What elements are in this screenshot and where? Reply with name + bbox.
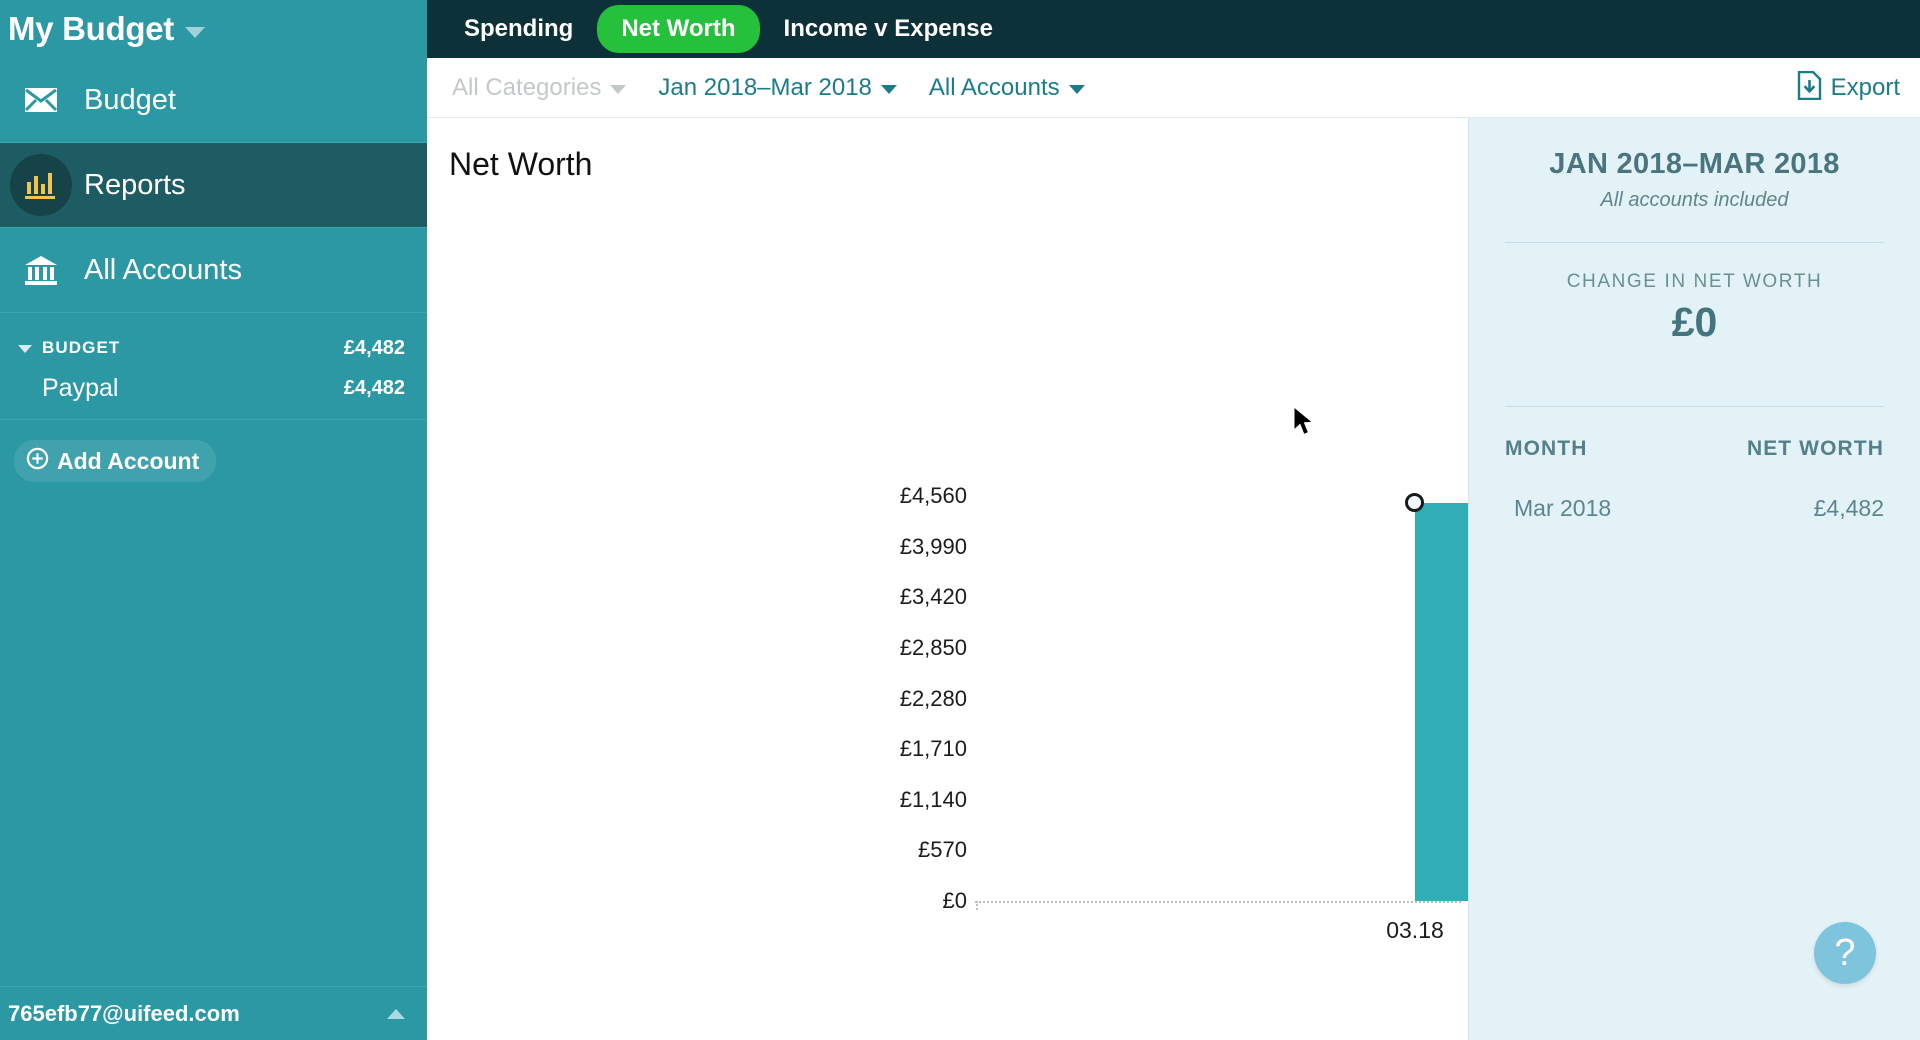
- sidebar-item-all-accounts[interactable]: All Accounts: [0, 228, 427, 312]
- y-axis-tick-label: £2,850: [899, 634, 967, 660]
- cell-net-worth: £4,482: [1813, 495, 1884, 521]
- filter-date-range-label: Jan 2018–Mar 2018: [658, 73, 872, 101]
- y-axis-tick-label: £1,710: [899, 736, 967, 762]
- chevron-down-icon: [1068, 85, 1085, 94]
- account-group-budget[interactable]: BUDGET £4,482: [0, 329, 427, 367]
- content-row: Net Worth £4,560 £3,990 £3,420 £2,850 £2,280…: [427, 118, 1920, 1040]
- column-header-month: MONTH: [1505, 437, 1588, 460]
- question-mark-icon: ?: [1834, 932, 1856, 974]
- chevron-up-icon[interactable]: [387, 1008, 405, 1019]
- bar-value-marker[interactable]: [1405, 492, 1424, 512]
- tab-spending[interactable]: Spending: [440, 5, 597, 53]
- summary-panel: JAN 2018–MAR 2018 All accounts included …: [1468, 118, 1920, 1040]
- brand-title: My Budget: [8, 10, 174, 47]
- chevron-down-icon: [880, 85, 897, 94]
- x-axis-tick-label: 03.18: [1386, 917, 1444, 943]
- y-axis-labels: £4,560 £3,990 £3,420 £2,850 £2,280 £1,710 £1,1…: [807, 118, 967, 1040]
- chevron-down-icon: [18, 345, 32, 353]
- user-email: 765efb77@uifeed.com: [8, 1000, 240, 1026]
- account-item-label: Paypal: [42, 373, 119, 402]
- divider: [1505, 406, 1884, 407]
- filter-categories-label: All Categories: [452, 73, 602, 101]
- tab-net-worth[interactable]: Net Worth: [597, 5, 760, 53]
- filter-date-range[interactable]: Jan 2018–Mar 2018: [658, 74, 897, 102]
- chart-pane: Net Worth £4,560 £3,990 £3,420 £2,850 £2,280…: [427, 118, 1625, 1040]
- sidebar-item-budget[interactable]: Budget: [0, 58, 427, 142]
- net-worth-bar-chart[interactable]: £4,560 £3,990 £3,420 £2,850 £2,280 £1,710 £1,1…: [427, 118, 1625, 1040]
- add-account-label: Add Account: [57, 447, 200, 474]
- accounts-list: BUDGET £4,482 Paypal £4,482: [0, 313, 427, 419]
- y-axis-tick-label: £0: [942, 888, 967, 913]
- account-item-paypal[interactable]: Paypal £4,482: [0, 367, 427, 409]
- filter-bar: All Categories Jan 2018–Mar 2018 All Acc…: [427, 58, 1920, 118]
- chevron-down-icon: [610, 85, 627, 94]
- brand-selector[interactable]: My Budget: [0, 0, 427, 58]
- y-axis-tick-label: £2,280: [899, 685, 967, 711]
- metric-label: CHANGE IN NET WORTH: [1566, 271, 1823, 292]
- account-group-label: BUDGET: [42, 338, 121, 357]
- summary-subtitle: All accounts included: [1600, 189, 1789, 211]
- x-axis-tick: [976, 901, 978, 910]
- y-axis-tick-label: £570: [918, 837, 967, 863]
- filter-accounts-label: All Accounts: [928, 73, 1060, 101]
- sidebar-footer[interactable]: 765efb77@uifeed.com: [0, 986, 427, 1040]
- filter-accounts[interactable]: All Accounts: [929, 74, 1085, 102]
- plus-circle-icon: [26, 447, 49, 475]
- export-document-icon: [1797, 70, 1822, 105]
- table-row: Mar 2018 £4,482: [1505, 495, 1884, 522]
- app-root: My Budget Budget Reports All Accounts BU…: [0, 0, 1920, 1040]
- y-axis-tick-label: £3,420: [899, 584, 967, 610]
- summary-title: JAN 2018–MAR 2018: [1549, 148, 1840, 180]
- y-axis-tick-label: £3,990: [899, 533, 967, 559]
- filter-categories[interactable]: All Categories: [452, 73, 627, 102]
- y-axis-tick-label: £1,140: [899, 786, 967, 812]
- table-header-row: MONTH NET WORTH: [1505, 437, 1884, 495]
- tab-income-v-expense[interactable]: Income v Expense: [760, 5, 1017, 53]
- chevron-down-icon: [184, 26, 205, 38]
- account-group-amount: £4,482: [343, 336, 405, 359]
- add-account-wrap: Add Account: [0, 420, 427, 482]
- column-header-net-worth: NET WORTH: [1746, 437, 1884, 460]
- bank-icon: [10, 239, 72, 301]
- sidebar-item-label: Reports: [84, 168, 186, 201]
- envelope-icon: [10, 69, 72, 131]
- sidebar-item-reports[interactable]: Reports: [0, 143, 427, 227]
- main-area: Spending Net Worth Income v Expense All …: [427, 0, 1920, 1040]
- x-axis-line: [975, 901, 1461, 903]
- sidebar-item-label: Budget: [84, 83, 176, 116]
- metric-value: £0: [1671, 299, 1718, 345]
- export-label: Export: [1830, 73, 1900, 101]
- account-item-amount: £4,482: [343, 376, 405, 399]
- report-tabs: Spending Net Worth Income v Expense: [427, 0, 1920, 58]
- change-in-net-worth-metric: CHANGE IN NET WORTH £0: [1505, 243, 1884, 376]
- sidebar: My Budget Budget Reports All Accounts BU…: [0, 0, 427, 1040]
- export-button[interactable]: Export: [1797, 70, 1900, 105]
- cell-month: Mar 2018: [1514, 495, 1612, 521]
- y-axis-tick-label: £4,560: [899, 483, 967, 508]
- help-button[interactable]: ?: [1814, 922, 1876, 984]
- net-worth-table: MONTH NET WORTH Mar 2018 £4,482: [1505, 437, 1884, 522]
- bar-chart-icon: [10, 154, 72, 216]
- add-account-button[interactable]: Add Account: [14, 440, 217, 482]
- sidebar-item-label: All Accounts: [84, 253, 242, 286]
